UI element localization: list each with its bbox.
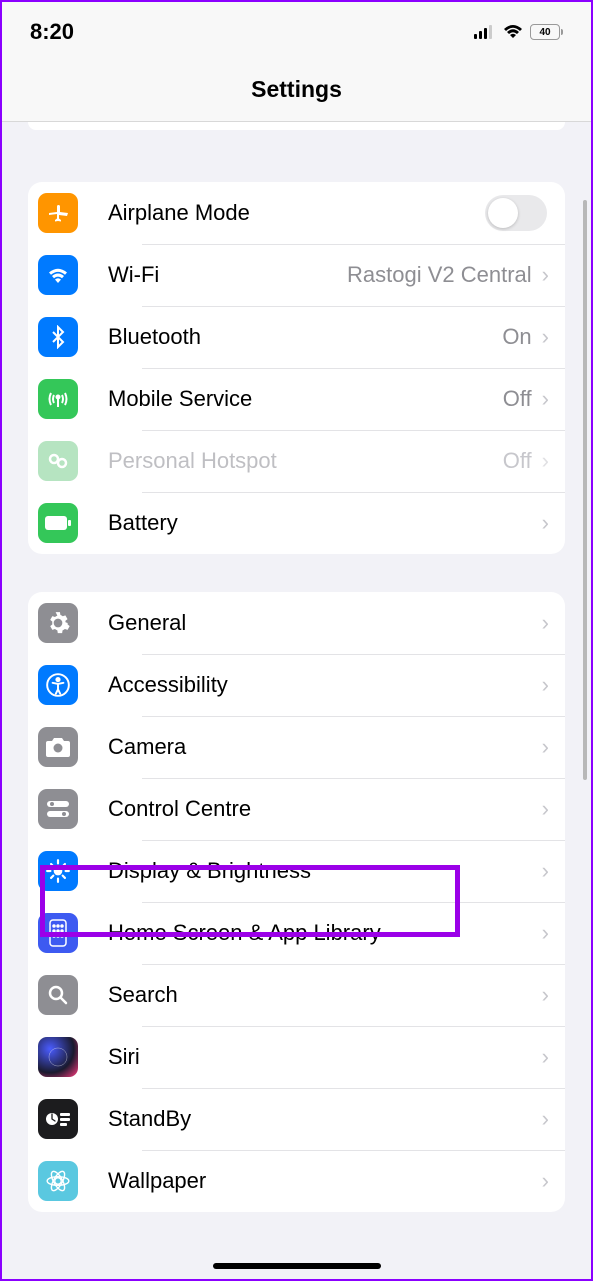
chevron-right-icon: › xyxy=(542,920,549,946)
siri-row[interactable]: Siri › xyxy=(28,1026,565,1088)
display-label: Display & Brightness xyxy=(108,858,542,884)
wallpaper-label: Wallpaper xyxy=(108,1168,542,1194)
wifi-value: Rastogi V2 Central xyxy=(347,262,532,288)
brightness-icon xyxy=(38,851,78,891)
chevron-right-icon: › xyxy=(542,672,549,698)
standby-icon xyxy=(38,1099,78,1139)
chevron-right-icon: › xyxy=(542,386,549,412)
home-indicator[interactable] xyxy=(213,1263,381,1269)
bluetooth-value: On xyxy=(502,324,531,350)
partial-section-above xyxy=(28,122,565,130)
chevron-right-icon: › xyxy=(542,858,549,884)
search-icon xyxy=(38,975,78,1015)
wallpaper-icon xyxy=(38,1161,78,1201)
chevron-right-icon: › xyxy=(542,982,549,1008)
hotspot-icon xyxy=(38,441,78,481)
status-time: 8:20 xyxy=(30,19,74,45)
signal-icon xyxy=(474,19,496,45)
search-label: Search xyxy=(108,982,542,1008)
chevron-right-icon: › xyxy=(542,1044,549,1070)
chevron-right-icon: › xyxy=(542,796,549,822)
control-centre-icon xyxy=(38,789,78,829)
page-title: Settings xyxy=(2,62,591,122)
chevron-right-icon: › xyxy=(542,734,549,760)
airplane-label: Airplane Mode xyxy=(108,200,485,226)
wifi-row[interactable]: Wi-Fi Rastogi V2 Central › xyxy=(28,244,565,306)
mobile-label: Mobile Service xyxy=(108,386,503,412)
standby-row[interactable]: StandBy › xyxy=(28,1088,565,1150)
chevron-right-icon: › xyxy=(542,448,549,474)
general-row[interactable]: General › xyxy=(28,592,565,654)
antenna-icon xyxy=(38,379,78,419)
search-row[interactable]: Search › xyxy=(28,964,565,1026)
battery-icon: 40 xyxy=(530,24,563,40)
siri-label: Siri xyxy=(108,1044,542,1070)
chevron-right-icon: › xyxy=(542,324,549,350)
hotspot-label: Personal Hotspot xyxy=(108,448,503,474)
mobile-service-row[interactable]: Mobile Service Off › xyxy=(28,368,565,430)
chevron-right-icon: › xyxy=(542,610,549,636)
chevron-right-icon: › xyxy=(542,1106,549,1132)
status-indicators: 40 xyxy=(474,19,563,45)
camera-row[interactable]: Camera › xyxy=(28,716,565,778)
general-label: General xyxy=(108,610,542,636)
chevron-right-icon: › xyxy=(542,510,549,536)
battery-label: Battery xyxy=(108,510,542,536)
bluetooth-icon xyxy=(38,317,78,357)
airplane-mode-row[interactable]: Airplane Mode xyxy=(28,182,565,244)
camera-icon xyxy=(38,727,78,767)
bluetooth-row[interactable]: Bluetooth On › xyxy=(28,306,565,368)
control-centre-row[interactable]: Control Centre › xyxy=(28,778,565,840)
home-label: Home Screen & App Library xyxy=(108,920,542,946)
accessibility-label: Accessibility xyxy=(108,672,542,698)
general-section: General › Accessibility › Camera › Contr… xyxy=(28,592,565,1212)
accessibility-icon xyxy=(38,665,78,705)
standby-label: StandBy xyxy=(108,1106,542,1132)
scrollbar[interactable] xyxy=(583,200,587,780)
battery-row[interactable]: Battery › xyxy=(28,492,565,554)
display-brightness-row[interactable]: Display & Brightness › xyxy=(28,840,565,902)
hotspot-row: Personal Hotspot Off › xyxy=(28,430,565,492)
mobile-value: Off xyxy=(503,386,532,412)
wallpaper-row[interactable]: Wallpaper › xyxy=(28,1150,565,1212)
chevron-right-icon: › xyxy=(542,1168,549,1194)
control-label: Control Centre xyxy=(108,796,542,822)
home-screen-row[interactable]: Home Screen & App Library › xyxy=(28,902,565,964)
siri-icon xyxy=(38,1037,78,1077)
accessibility-row[interactable]: Accessibility › xyxy=(28,654,565,716)
chevron-right-icon: › xyxy=(542,262,549,288)
wifi-label: Wi-Fi xyxy=(108,262,347,288)
wifi-settings-icon xyxy=(38,255,78,295)
airplane-icon xyxy=(38,193,78,233)
bluetooth-label: Bluetooth xyxy=(108,324,502,350)
connectivity-section: Airplane Mode Wi-Fi Rastogi V2 Central ›… xyxy=(28,182,565,554)
airplane-toggle[interactable] xyxy=(485,195,547,231)
status-bar: 8:20 40 xyxy=(2,2,591,62)
hotspot-value: Off xyxy=(503,448,532,474)
camera-label: Camera xyxy=(108,734,542,760)
wifi-icon xyxy=(503,19,523,45)
home-screen-icon xyxy=(38,913,78,953)
gear-icon xyxy=(38,603,78,643)
battery-settings-icon xyxy=(38,503,78,543)
